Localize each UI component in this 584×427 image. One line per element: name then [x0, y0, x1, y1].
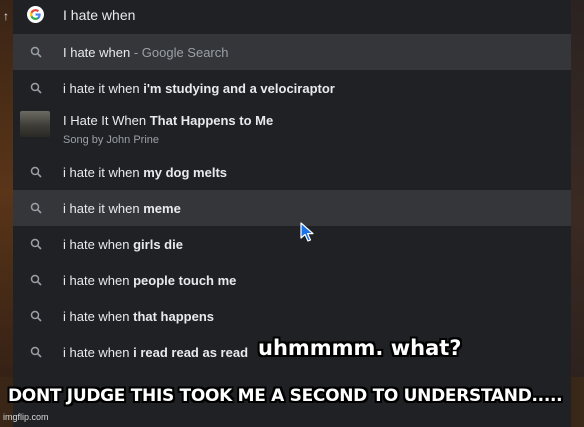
suggestion-item[interactable]: i hate it when meme — [13, 190, 571, 226]
suggestion-completion: i'm studying and a velociraptor — [143, 81, 335, 96]
back-arrow-icon[interactable]: ↑ — [0, 9, 12, 23]
suggestion-prefix: i hate when — [63, 345, 134, 360]
suggestion-prefix: i hate it when — [63, 201, 144, 216]
suggestion-completion: that happens — [133, 309, 215, 324]
search-icon — [30, 346, 42, 358]
suggestion-prefix: i hate when — [63, 237, 134, 252]
mouse-cursor-icon — [300, 222, 314, 242]
autocomplete-panel: ↑ I hate when I hate when - Google Searc… — [3, 0, 571, 427]
watermark: imgflip.com — [3, 412, 49, 422]
song-title: I Hate It When That Happens to Me — [63, 113, 273, 128]
search-icon — [30, 310, 42, 322]
suggestion-song[interactable]: I Hate It When That Happens to Me Song b… — [13, 106, 571, 152]
meme-caption-top: uhmmmm. what? — [258, 336, 462, 360]
song-subtitle: Song by John Prine — [63, 134, 160, 146]
suggestion-item[interactable]: i hate when people touch me — [13, 262, 571, 298]
search-bar[interactable]: ↑ I hate when — [3, 0, 571, 33]
suggestion-suffix: - Google Search — [130, 45, 229, 60]
song-thumbnail — [20, 111, 50, 137]
suggestion-item[interactable]: i hate when that happens — [13, 298, 571, 334]
suggestion-completion: my dog melts — [143, 165, 228, 180]
suggestion-text: i hate when people touch me — [63, 273, 236, 288]
meme-caption-bottom: DONT JUDGE THIS TOOK ME A SECOND TO UNDE… — [8, 386, 563, 406]
suggestion-completion: people touch me — [133, 273, 237, 288]
song-title-prefix: I Hate It When — [63, 113, 150, 128]
suggestion-completion: girls die — [133, 237, 183, 252]
search-query[interactable]: I hate when — [63, 7, 135, 23]
search-icon — [30, 82, 42, 94]
song-title-bold: That Happens to Me — [149, 113, 274, 128]
suggestion-item[interactable]: i hate it when i'm studying and a veloci… — [13, 70, 571, 106]
suggestion-completion: meme — [143, 201, 181, 216]
google-g-icon — [27, 6, 44, 23]
search-icon — [30, 238, 42, 250]
background-left-edge — [0, 0, 14, 427]
suggestion-completion: i read read as read — [133, 345, 249, 360]
suggestion-text: i hate it when i'm studying and a veloci… — [63, 81, 335, 96]
background-right-edge — [570, 0, 584, 427]
search-icon — [30, 274, 42, 286]
suggestion-text: i hate when i read read as read — [63, 345, 248, 360]
suggestion-prefix: i hate it when — [63, 165, 144, 180]
suggestion-text: i hate when that happens — [63, 309, 214, 324]
suggestion-prefix: i hate when — [63, 273, 134, 288]
search-icon — [30, 202, 42, 214]
suggestion-text: i hate it when meme — [63, 201, 181, 216]
search-icon — [30, 166, 42, 178]
suggestion-item[interactable]: i hate when girls die — [13, 226, 571, 262]
search-icon — [30, 46, 42, 58]
suggestion-prefix: i hate when — [63, 309, 134, 324]
suggestion-text: i hate it when my dog melts — [63, 165, 227, 180]
suggestion-prefix: I hate when — [63, 45, 131, 60]
suggestion-google-search[interactable]: I hate when - Google Search — [13, 34, 571, 70]
suggestion-prefix: i hate it when — [63, 81, 144, 96]
suggestion-text: I hate when - Google Search — [63, 45, 229, 60]
suggestion-item[interactable]: i hate it when my dog melts — [13, 154, 571, 190]
suggestion-text: i hate when girls die — [63, 237, 183, 252]
